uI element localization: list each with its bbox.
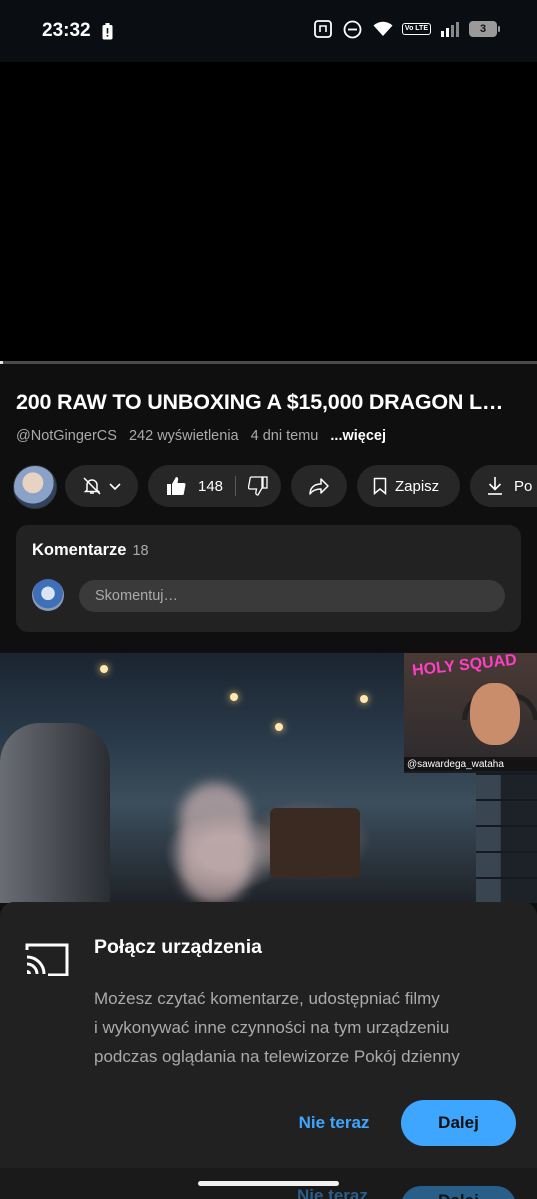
- ghost-next-button: Dalej: [401, 1186, 516, 1199]
- thumbnail-light: [100, 665, 108, 673]
- volte-icon: Vo LTE: [401, 23, 431, 35]
- status-time: 23:32: [42, 20, 91, 41]
- thumbnail-person: [0, 723, 110, 903]
- video-progress-fill: [0, 361, 3, 364]
- thumbnail-chair: [270, 808, 360, 878]
- cast-sheet-line: Możesz czytać komentarze, udostępniać fi…: [94, 989, 440, 1008]
- comments-title: Komentarze: [32, 541, 127, 559]
- signal-icon: [439, 18, 461, 40]
- navigation-bar: Nie teraz Dalej: [0, 1168, 537, 1199]
- battery-icon: 3: [469, 21, 500, 37]
- more-link[interactable]: ...więcej: [330, 428, 386, 444]
- like-dislike-group: 148: [148, 465, 281, 507]
- thumbnail-sidebar-row: [476, 879, 537, 903]
- like-icon[interactable]: [166, 476, 186, 496]
- dislike-icon[interactable]: [248, 476, 268, 496]
- cast-sheet-line: i wykonywać inne czynności na tym urządz…: [94, 1018, 450, 1037]
- channel-handle[interactable]: @NotGingerCS: [16, 428, 117, 444]
- not-now-button[interactable]: Nie teraz: [282, 1100, 386, 1146]
- download-icon: [486, 476, 504, 496]
- thumbnail-blurred-figure: [180, 783, 250, 903]
- comments-count: 18: [132, 543, 149, 559]
- thumbnail-sidebar-row: [476, 801, 537, 825]
- thumbnail-face: [470, 683, 520, 745]
- video-player[interactable]: [0, 62, 537, 364]
- cast-bottom-sheet: Połącz urządzenia Możesz czytać komentar…: [0, 902, 537, 1168]
- like-divider: [235, 476, 237, 496]
- video-progress-bar[interactable]: [0, 361, 537, 364]
- ghost-not-now-button: Nie teraz: [297, 1186, 368, 1199]
- view-count: 242 wyświetlenia: [128, 428, 239, 444]
- bookmark-icon: [373, 477, 387, 495]
- save-button[interactable]: Zapisz: [357, 465, 460, 507]
- share-button[interactable]: [291, 465, 347, 507]
- user-avatar: [32, 579, 64, 611]
- cast-sheet-body: Możesz czytać komentarze, udostępniać fi…: [94, 984, 514, 1071]
- like-count[interactable]: 148: [198, 478, 223, 495]
- cast-icon: [25, 943, 69, 976]
- do-not-disturb-icon: [342, 18, 364, 40]
- cast-sheet-title: Połącz urządzenia: [94, 936, 262, 958]
- download-button[interactable]: Po: [470, 465, 537, 507]
- next-button[interactable]: Dalej: [401, 1100, 516, 1146]
- related-video-thumbnail[interactable]: HOLY SQUAD @sawardega_wataha: [0, 653, 537, 903]
- thumbnail-handle: @sawardega_wataha: [404, 757, 537, 773]
- actions-row: 148 Zapisz Po: [0, 463, 537, 509]
- download-label: Po: [514, 477, 533, 495]
- wifi-icon: [372, 18, 394, 40]
- chevron-down-icon: [108, 479, 122, 493]
- thumbnail-sidebar-row: [476, 775, 537, 799]
- upload-age: 4 dni temu: [250, 428, 319, 444]
- nfc-icon: [312, 18, 334, 40]
- comments-header: Komentarze 18: [32, 541, 149, 560]
- thumbnail-light: [360, 695, 368, 703]
- thumbnail-sidebar-row: [476, 827, 537, 851]
- home-gesture-bar[interactable]: [198, 1181, 339, 1186]
- channel-avatar[interactable]: [13, 465, 57, 509]
- share-icon: [309, 477, 329, 495]
- status-icons: Vo LTE 3: [312, 18, 500, 40]
- save-label: Zapisz: [395, 477, 440, 495]
- bell-off-icon: [82, 476, 102, 496]
- thumbnail-light: [230, 693, 238, 701]
- video-title[interactable]: 200 RAW TO UNBOXING A $15,000 DRAGON L…: [16, 390, 526, 415]
- comments-card[interactable]: Komentarze 18 Skomentuj…: [16, 525, 521, 632]
- cast-sheet-line: podczas oglądania na telewizorze Pokój d…: [94, 1047, 460, 1066]
- thumbnail-sidebar: [476, 773, 537, 903]
- thumbnail-light: [275, 723, 283, 731]
- thumbnail-sidebar-row: [476, 853, 537, 877]
- subscribe-notifications-button[interactable]: [65, 465, 138, 507]
- video-meta[interactable]: @NotGingerCS 242 wyświetlenia 4 dni temu…: [16, 428, 394, 444]
- status-bar: 23:32 Vo LTE 3: [0, 0, 537, 62]
- comment-input[interactable]: Skomentuj…: [79, 580, 505, 612]
- battery-saver-icon: [102, 23, 113, 40]
